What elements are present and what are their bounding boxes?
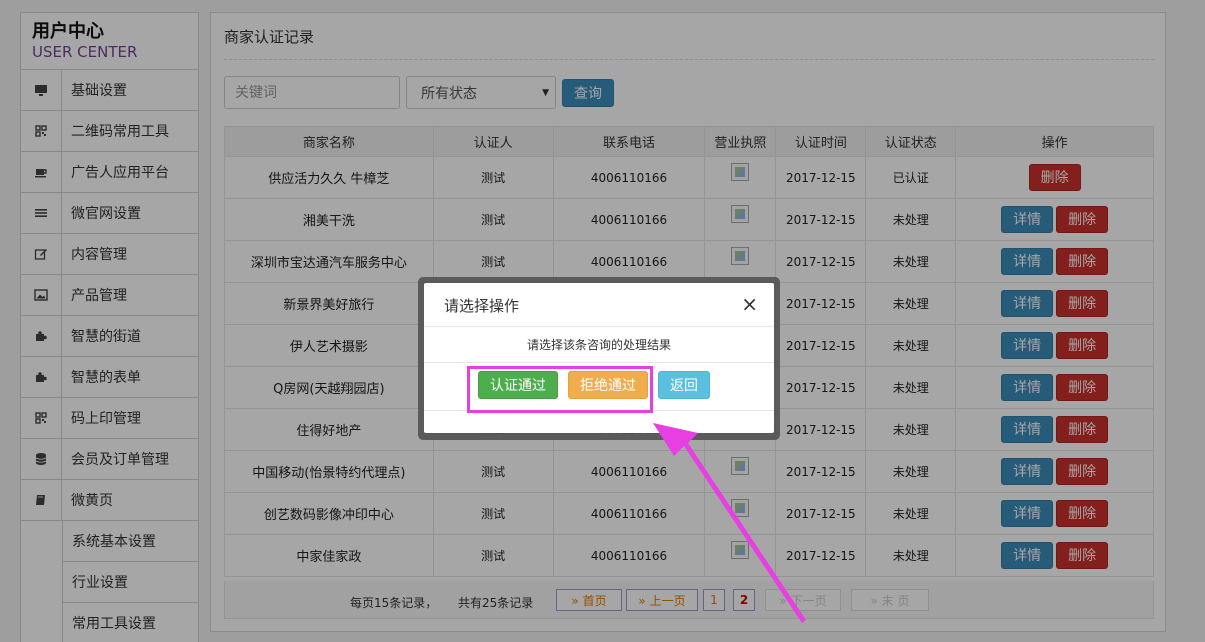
dialog-message: 请选择该条咨询的处理结果 (424, 327, 774, 363)
back-button[interactable]: 返回 (658, 371, 710, 399)
dialog-title: 请选择操作 (444, 297, 520, 315)
annotation-highlight-box (467, 366, 653, 413)
close-icon[interactable]: × (741, 293, 758, 315)
dialog-header: 请选择操作 × (424, 283, 774, 327)
